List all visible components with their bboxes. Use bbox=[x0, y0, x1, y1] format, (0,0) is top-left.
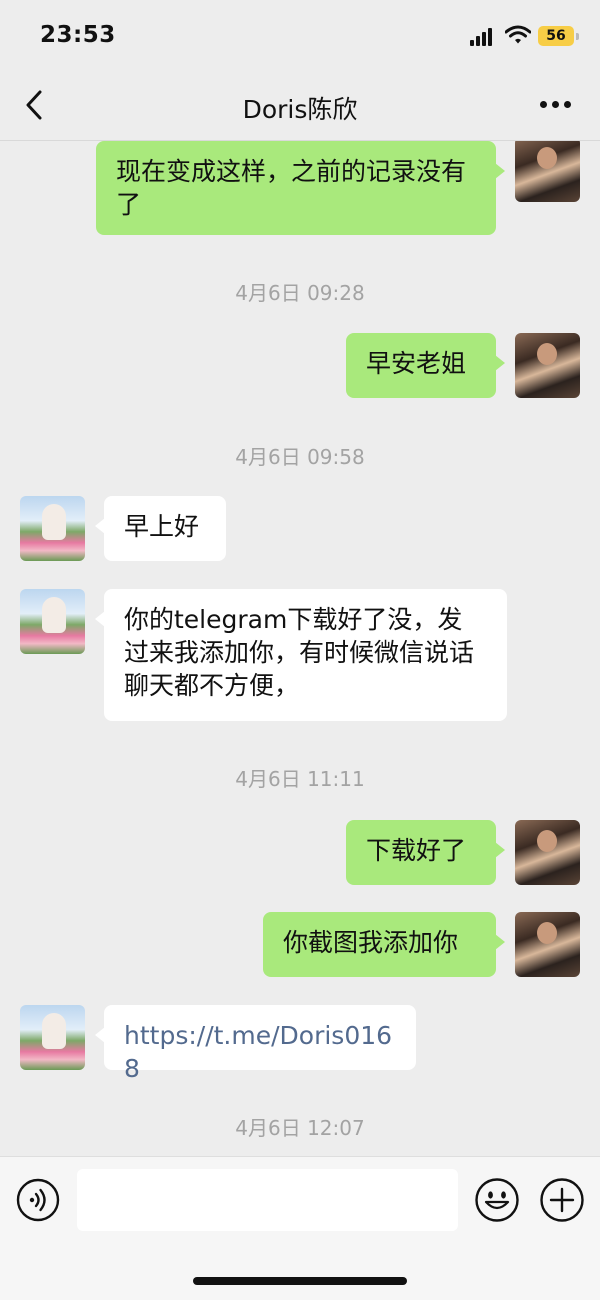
message-text: 早上好 bbox=[124, 512, 200, 541]
back-icon[interactable] bbox=[18, 88, 52, 122]
battery-level: 56 bbox=[546, 28, 566, 44]
status-time: 23:53 bbox=[40, 22, 116, 48]
more-icon[interactable] bbox=[536, 100, 574, 110]
contact-avatar[interactable] bbox=[20, 1005, 85, 1070]
message-bubble-in[interactable]: 早上好 bbox=[95, 496, 226, 561]
message-text: 你的telegram下载好了没，发过来我添加你，有时候微信说话聊天都不方便， bbox=[124, 605, 475, 700]
message-text: 下载好了 bbox=[366, 836, 467, 865]
battery-tip bbox=[576, 33, 579, 40]
message-bubble-out[interactable]: 下载好了 bbox=[346, 820, 505, 885]
home-indicator bbox=[193, 1277, 407, 1285]
timestamp: 4月6日 09:58 bbox=[235, 445, 365, 469]
timestamp: 4月6日 09:28 bbox=[235, 281, 365, 305]
voice-icon[interactable] bbox=[16, 1178, 60, 1222]
message-text: 你截图我添加你 bbox=[283, 928, 459, 957]
contact-avatar[interactable] bbox=[20, 496, 85, 561]
chat-area[interactable]: 现在变成这样，之前的记录没有了 4月6日 09:28 早安老姐 4月6日 09:… bbox=[0, 141, 600, 1156]
timestamp: 4月6日 11:11 bbox=[235, 767, 365, 791]
nav-bar: Doris陈欣 bbox=[0, 70, 600, 141]
message-text: 早安老姐 bbox=[366, 349, 467, 378]
plus-icon[interactable] bbox=[539, 1177, 585, 1223]
message-input[interactable] bbox=[77, 1169, 458, 1231]
self-avatar[interactable] bbox=[515, 333, 580, 398]
message-bubble-in[interactable]: 你的telegram下载好了没，发过来我添加你，有时候微信说话聊天都不方便， bbox=[95, 589, 507, 721]
emoji-icon[interactable] bbox=[474, 1177, 520, 1223]
message-bubble-out[interactable]: 现在变成这样，之前的记录没有了 bbox=[96, 141, 505, 235]
battery-icon: 56 bbox=[538, 26, 574, 46]
message-bubble-in[interactable]: https://t.me/Doris0168 bbox=[95, 1005, 416, 1083]
message-bubble-out[interactable]: 早安老姐 bbox=[346, 333, 505, 398]
self-avatar[interactable] bbox=[515, 912, 580, 977]
chat-title: Doris陈欣 bbox=[242, 95, 358, 124]
wifi-icon bbox=[505, 25, 531, 44]
self-avatar[interactable] bbox=[515, 820, 580, 885]
input-bar bbox=[0, 1156, 600, 1300]
timestamp: 4月6日 12:07 bbox=[235, 1116, 365, 1140]
contact-avatar[interactable] bbox=[20, 589, 85, 654]
message-text: 现在变成这样，之前的记录没有了 bbox=[116, 157, 467, 219]
signal-icon bbox=[470, 28, 496, 46]
self-avatar[interactable] bbox=[515, 141, 580, 202]
status-bar: 23:53 56 bbox=[0, 0, 600, 70]
message-link[interactable]: https://t.me/Doris0168 bbox=[124, 1021, 392, 1083]
message-bubble-out[interactable]: 你截图我添加你 bbox=[263, 912, 505, 977]
